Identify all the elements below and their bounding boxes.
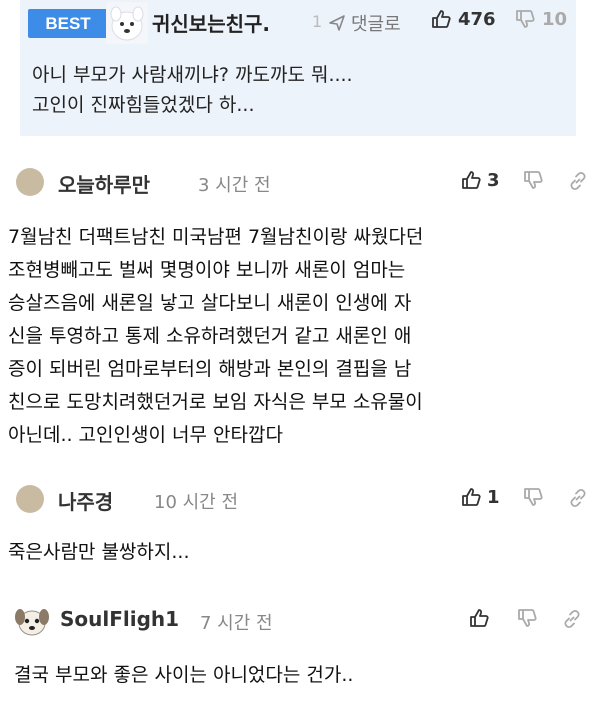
reply-button[interactable]: 댓글로 xyxy=(328,10,401,36)
like-button[interactable]: 3 xyxy=(460,169,500,191)
like-button[interactable]: 1 xyxy=(460,486,500,508)
best-comment: BEST 귀신보는친구. 1 댓글로 476 10 아니 부모가 사람새끼냐? … xyxy=(20,0,576,136)
reply-arrow-icon xyxy=(329,15,345,31)
share-button[interactable] xyxy=(568,171,588,191)
comment-author[interactable]: 나주경 xyxy=(58,486,113,515)
thumbs-down-icon xyxy=(516,10,535,28)
like-count: 476 xyxy=(458,8,496,30)
comment-text: 죽은사람만 불쌍하지... xyxy=(8,536,189,569)
like-button[interactable] xyxy=(468,607,495,629)
comment-time: 10 시간 전 xyxy=(154,492,239,513)
text-line: 승살즈음에 새론일 낳고 살다보니 새론이 인생에 자 xyxy=(8,292,412,314)
link-icon xyxy=(564,609,580,629)
truncated-fragment: 1 xyxy=(312,12,323,31)
dog-avatar-icon xyxy=(106,2,148,44)
link-icon xyxy=(570,488,586,508)
dislike-count: 10 xyxy=(542,8,568,30)
comment-header: SoulFligh1 7 시간 전 xyxy=(0,601,605,641)
comment-author[interactable]: SoulFligh1 xyxy=(60,607,179,631)
avatar[interactable] xyxy=(14,603,50,639)
comment-time: 7 시간 전 xyxy=(200,613,273,634)
dislike-button[interactable] xyxy=(516,607,538,629)
comment-text: 7월남친 더팩트남친 미국남편 7월남친이랑 싸웠다던 조현병빼고도 벌써 몇명… xyxy=(8,221,423,452)
comment: 오늘하루만 3 시간 전 3 7월남친 더팩트남친 미국남편 7월남친이랑 싸웠… xyxy=(0,163,605,463)
avatar[interactable] xyxy=(16,168,44,196)
thumbs-up-icon xyxy=(462,171,481,189)
link-icon xyxy=(570,171,586,191)
text-line: 친으로 도망치려했던거로 보임 자식은 부모 소유물이 xyxy=(8,391,423,413)
comment: 나주경 10 시간 전 1 죽은사람만 불쌍하지... xyxy=(0,480,605,580)
comment-header: 나주경 10 시간 전 1 xyxy=(0,480,605,520)
text-line: 7월남친 더팩트남친 미국남편 7월남친이랑 싸웠다던 xyxy=(8,226,424,248)
text-line: 죽은사람만 불쌍하지... xyxy=(8,541,190,563)
text-line: 조현병빼고도 벌써 몇명이야 보니까 새론이 엄마는 xyxy=(8,259,406,281)
text-line: 아니 부모가 사람새끼냐? 까도까도 뭐.... xyxy=(32,64,353,86)
like-count: 1 xyxy=(487,486,500,508)
comment-author[interactable]: 오늘하루만 xyxy=(58,169,150,198)
like-button[interactable]: 476 xyxy=(430,8,496,30)
dog-avatar-icon xyxy=(15,609,49,636)
thumbs-down-icon xyxy=(524,488,543,506)
thumbs-up-icon xyxy=(462,488,481,506)
thumbs-down-icon xyxy=(524,171,543,189)
dislike-button[interactable] xyxy=(522,486,544,508)
like-count: 3 xyxy=(487,169,500,191)
avatar[interactable] xyxy=(106,2,148,44)
thumbs-up-icon xyxy=(470,609,489,627)
text-line: 증이 되버린 엄마로부터의 해방과 본인의 결핍을 남 xyxy=(8,358,412,380)
comment-time: 3 시간 전 xyxy=(198,175,271,196)
text-line: 고인이 진짜힘들었겠다 하... xyxy=(32,94,255,116)
comment-text: 결국 부모와 좋은 사이는 아니었다는 건가.. xyxy=(14,659,353,692)
comment-header: 오늘하루만 3 시간 전 3 xyxy=(0,163,605,203)
best-badge: BEST xyxy=(28,9,108,38)
reply-label: 댓글로 xyxy=(351,14,401,35)
avatar[interactable] xyxy=(16,485,44,513)
share-button[interactable] xyxy=(568,488,588,508)
dislike-button[interactable] xyxy=(522,169,544,191)
best-author[interactable]: 귀신보는친구. xyxy=(152,8,270,37)
share-button[interactable] xyxy=(562,609,582,629)
best-comment-text: 아니 부모가 사람새끼냐? 까도까도 뭐.... 고인이 진짜힘들었겠다 하..… xyxy=(32,60,353,120)
dislike-button[interactable]: 10 xyxy=(514,8,567,30)
text-line: 아닌데.. 고인인생이 너무 안타깝다 xyxy=(8,424,283,446)
comment: SoulFligh1 7 시간 전 결국 부모와 좋은 사이는 아니었다는 건가… xyxy=(0,601,605,711)
text-line: 결국 부모와 좋은 사이는 아니었다는 건가.. xyxy=(14,664,354,686)
thumbs-up-icon xyxy=(432,10,451,28)
text-line: 신을 투영하고 통제 소유하려했던거 같고 새론인 애 xyxy=(8,325,412,347)
thumbs-down-icon xyxy=(518,609,537,627)
